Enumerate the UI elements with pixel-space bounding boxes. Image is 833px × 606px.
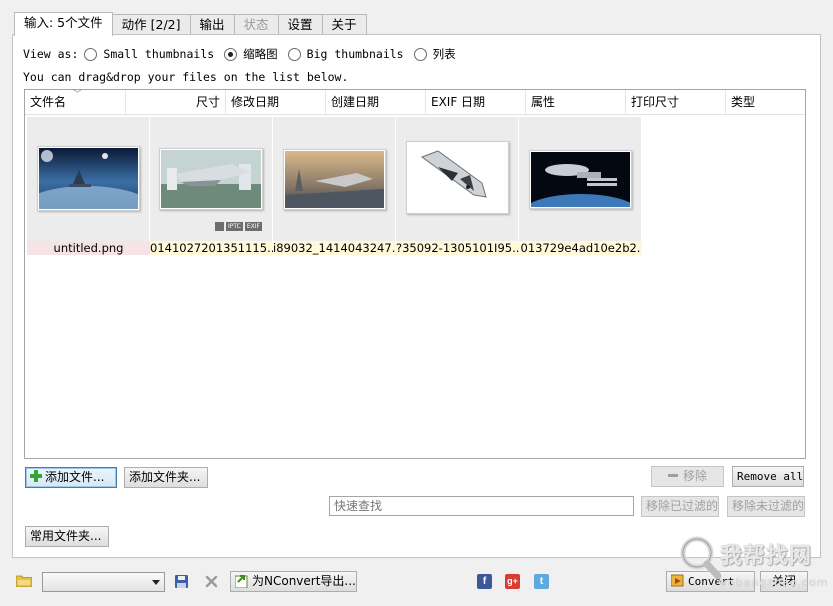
export-nconvert-button[interactable]: 为NConvert导出...: [230, 571, 357, 592]
magnifier-logo-icon: [680, 536, 722, 580]
radio-label: 列表: [432, 47, 456, 61]
radio-big-thumbnails[interactable]: Big thumbnails: [287, 47, 404, 61]
thumbnail-frame: [406, 141, 509, 214]
plus-icon: [30, 470, 42, 482]
column-headers: ﹀ 文件名 尺寸 修改日期 创建日期 EXIF 日期 属性 打印尺寸 类型: [25, 90, 805, 115]
thumbnail-image: [39, 148, 138, 209]
radio-circle: [413, 47, 427, 61]
thumbnail-item[interactable]: 013729e4ad10e2b2.: [519, 117, 642, 255]
thumbnail-grid: untitled.png IPTC EXIF 0141027201351115.…: [27, 117, 642, 255]
column-exif-date[interactable]: EXIF 日期: [426, 90, 526, 115]
drag-drop-hint: You can drag&drop your files on the list…: [23, 70, 349, 84]
column-size[interactable]: 尺寸: [126, 90, 226, 115]
column-filename[interactable]: ﹀ 文件名: [25, 90, 126, 115]
thumbnail-image: [161, 150, 261, 208]
radio-label: Small thumbnails: [103, 47, 215, 61]
file-name: untitled.png: [27, 241, 150, 255]
thumbnail-image: [408, 143, 507, 212]
thumbnail-item[interactable]: untitled.png: [27, 117, 150, 255]
add-files-button[interactable]: 添加文件...: [25, 467, 117, 488]
sort-arrow-icon: ﹀: [73, 90, 83, 100]
file-name: 0141027201351115..: [150, 241, 273, 255]
radio-label: 缩略图: [243, 47, 278, 61]
column-attributes[interactable]: 属性: [526, 90, 626, 115]
remove-button[interactable]: 移除: [651, 466, 724, 487]
thumbnail-image: [531, 152, 630, 207]
tab-output[interactable]: 输出: [190, 14, 235, 35]
iptc-badge: IPTC: [225, 222, 243, 231]
file-name: ?35092-1305101I95..: [396, 241, 519, 255]
thumbnail-frame: [37, 146, 140, 211]
twitter-icon[interactable]: t: [534, 574, 549, 589]
column-type[interactable]: 类型: [726, 90, 805, 115]
tab-input[interactable]: 输入: 5个文件: [14, 12, 113, 36]
minus-icon: [667, 474, 678, 477]
watermark-logo: 我帮找网 wobangzhao.com: [676, 530, 833, 606]
metadata-badges: IPTC EXIF: [214, 222, 262, 231]
thumbnail-image: [285, 151, 384, 208]
save-icon[interactable]: [175, 575, 188, 588]
thumbnail-frame: [159, 148, 263, 210]
folder-icon[interactable]: [16, 574, 32, 587]
chevron-down-icon: [152, 580, 160, 585]
file-name: i89032_1414043247...: [273, 241, 396, 255]
tab-settings[interactable]: 设置: [278, 14, 323, 35]
radio-circle: [287, 47, 301, 61]
file-name: 013729e4ad10e2b2.: [519, 241, 642, 255]
watermark-url: wobangzhao.com: [718, 576, 829, 589]
tab-actions[interactable]: 动作 [2/2]: [112, 14, 191, 35]
view-as-row: View as: Small thumbnails 缩略图 Big thumbn…: [23, 46, 466, 62]
thumbnail-frame: [529, 150, 632, 209]
thumbnail-item[interactable]: ?35092-1305101I95..: [396, 117, 519, 255]
column-created-date[interactable]: 创建日期: [326, 90, 426, 115]
radio-list[interactable]: 列表: [413, 46, 456, 62]
watermark-text: 我帮找网: [720, 544, 813, 569]
tab-bar: 输入: 5个文件 动作 [2/2] 输出 状态 设置 关于: [14, 12, 367, 36]
view-as-label: View as:: [23, 47, 79, 61]
exif-badge: EXIF: [244, 222, 262, 231]
column-print-size[interactable]: 打印尺寸: [626, 90, 726, 115]
file-list[interactable]: ﹀ 文件名 尺寸 修改日期 创建日期 EXIF 日期 属性 打印尺寸 类型 un…: [24, 89, 806, 459]
thumbnail-item[interactable]: IPTC EXIF 0141027201351115..: [150, 117, 273, 255]
facebook-icon[interactable]: f: [477, 574, 492, 589]
remove-filtered-button[interactable]: 移除已过滤的: [641, 496, 719, 517]
remove-unfiltered-button[interactable]: 移除未过滤的: [727, 496, 805, 517]
radio-circle-checked: [224, 47, 238, 61]
tab-about[interactable]: 关于: [322, 14, 367, 35]
common-folders-button[interactable]: 常用文件夹...: [25, 526, 109, 547]
tab-status[interactable]: 状态: [234, 14, 279, 35]
google-plus-icon[interactable]: g+: [505, 574, 520, 589]
comment-badge-icon: [214, 222, 224, 231]
delete-icon[interactable]: [205, 575, 218, 588]
remove-all-button[interactable]: Remove all: [732, 466, 804, 487]
radio-label: Big thumbnails: [306, 47, 404, 61]
column-modified-date[interactable]: 修改日期: [226, 90, 326, 115]
radio-circle: [84, 47, 98, 61]
thumbnail-frame: [283, 149, 386, 210]
export-icon: [234, 575, 248, 589]
add-folder-button[interactable]: 添加文件夹...: [124, 467, 208, 488]
thumbnail-item[interactable]: i89032_1414043247...: [273, 117, 396, 255]
profile-dropdown[interactable]: [42, 572, 165, 592]
radio-small-thumbnails[interactable]: Small thumbnails: [84, 47, 214, 61]
radio-thumbnails[interactable]: 缩略图: [224, 46, 278, 62]
quick-search-input[interactable]: [329, 496, 634, 516]
